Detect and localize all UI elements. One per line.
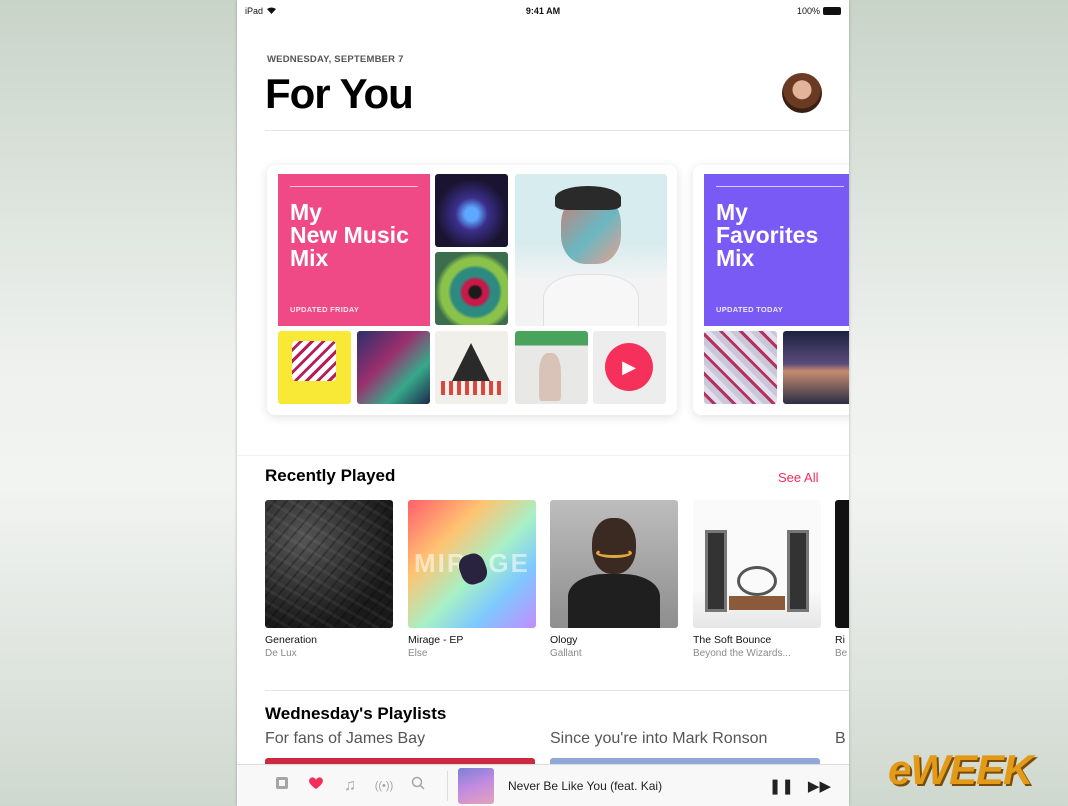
album-cover[interactable]: [357, 331, 430, 404]
album-cover[interactable]: [278, 331, 351, 404]
now-playing-artwork[interactable]: [458, 767, 494, 804]
next-track-icon[interactable]: ▶▶: [808, 777, 831, 795]
album-mirage[interactable]: MIRAGE Mirage - EP Else: [408, 500, 536, 659]
radio-icon[interactable]: ((•)): [367, 780, 401, 792]
library-icon[interactable]: [265, 776, 299, 795]
album-title: The Soft Bounce: [693, 634, 772, 646]
mix-name-line: New Music: [290, 222, 409, 248]
album-cover[interactable]: [435, 252, 508, 325]
album-partial[interactable]: Ri Be: [835, 500, 849, 659]
now-playing-title[interactable]: Never Be Like You (feat. Kai): [508, 779, 769, 793]
playlists-title: Wednesday's Playlists: [265, 704, 447, 723]
page-title: For You: [265, 70, 414, 117]
section-divider: [237, 455, 849, 456]
album-cover[interactable]: [704, 331, 777, 404]
ipad-screen: iPad 9:41 AM 100% WEDNESDAY, SEPTEMBER 7…: [237, 0, 849, 806]
album-artist: Be: [835, 648, 848, 659]
featured-artist-cover[interactable]: [515, 174, 667, 326]
eweek-watermark: eWEEK: [888, 746, 1033, 793]
album-artist: De Lux: [265, 648, 297, 659]
album-artist: Beyond the Wizards...: [693, 648, 791, 659]
status-bar: iPad 9:41 AM 100%: [237, 0, 849, 22]
header-divider: [265, 130, 849, 131]
album-cover[interactable]: [435, 174, 508, 247]
clock: 9:41 AM: [525, 6, 561, 16]
album-title: Ri: [835, 634, 845, 646]
album-art[interactable]: [835, 500, 849, 628]
album-artist: Else: [408, 648, 428, 659]
playlist-subtitle[interactable]: For fans of James Bay: [265, 730, 425, 748]
mix-name-line: My: [290, 199, 322, 225]
favorites-mix-card[interactable]: My Favorites Mix UPDATED TODAY: [693, 165, 849, 415]
tab-bar: ♫ ((•)) Never Be Like You (feat. Kai) ❚❚…: [237, 764, 849, 806]
mix-name-line: My: [716, 199, 748, 225]
album-cover[interactable]: [783, 331, 849, 404]
album-art[interactable]: [265, 500, 393, 628]
mix-name-line: Mix: [716, 245, 755, 271]
play-icon[interactable]: ▶: [605, 343, 653, 391]
play-tile[interactable]: ▶: [593, 331, 666, 404]
search-icon[interactable]: [401, 776, 435, 795]
album-soft-bounce[interactable]: The Soft Bounce Beyond the Wizards...: [693, 500, 821, 659]
mix-name-line: Favorites: [716, 222, 819, 248]
pause-icon[interactable]: ❚❚: [769, 777, 794, 795]
album-title: Mirage - EP: [408, 634, 464, 646]
album-art[interactable]: [693, 500, 821, 628]
new-music-mix-tile[interactable]: My New Music Mix UPDATED FRIDAY: [278, 174, 430, 326]
recently-played-title: Recently Played: [265, 466, 396, 485]
album-cover[interactable]: [435, 331, 508, 404]
album-artist: Gallant: [550, 648, 582, 659]
heart-icon[interactable]: [299, 776, 333, 795]
music-note-icon[interactable]: ♫: [333, 777, 367, 795]
header-date: WEDNESDAY, SEPTEMBER 7: [267, 54, 404, 65]
see-all-link[interactable]: See All: [778, 470, 818, 485]
favorites-mix-tile[interactable]: My Favorites Mix UPDATED TODAY: [704, 174, 849, 326]
playlist-subtitle[interactable]: Since you're into Mark Ronson: [550, 730, 767, 748]
mix-updated: UPDATED TODAY: [716, 305, 784, 314]
album-title: Ology: [550, 634, 578, 646]
mix-updated: UPDATED FRIDAY: [290, 305, 360, 314]
mix-name-line: Mix: [290, 245, 329, 271]
album-title: Generation: [265, 634, 317, 646]
album-generation[interactable]: Generation De Lux: [265, 500, 393, 659]
album-art[interactable]: MIRAGE: [408, 500, 536, 628]
album-art[interactable]: [550, 500, 678, 628]
new-music-mix-card[interactable]: My New Music Mix UPDATED FRIDAY ▶: [267, 165, 677, 415]
album-cover[interactable]: [515, 331, 588, 404]
section-divider: [265, 690, 849, 691]
playlist-subtitle[interactable]: B: [835, 730, 846, 748]
album-ology[interactable]: Ology Gallant: [550, 500, 678, 659]
avatar[interactable]: [782, 73, 822, 113]
